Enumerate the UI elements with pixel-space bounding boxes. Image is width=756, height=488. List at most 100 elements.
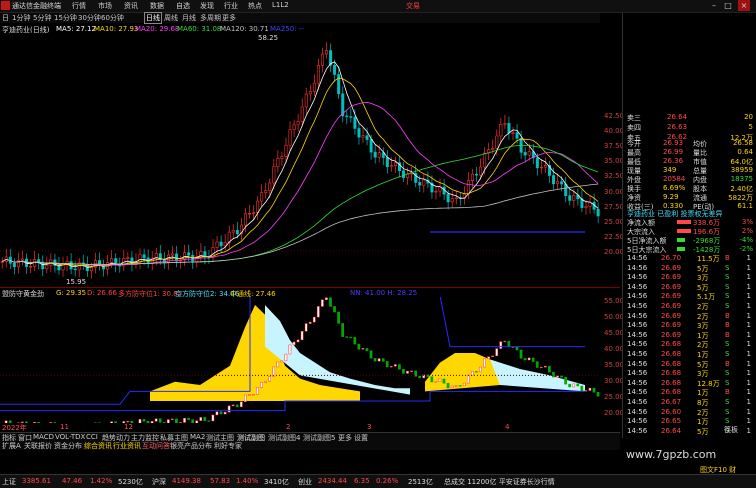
tick-time: 14:56	[627, 427, 647, 435]
ind-tab-cci[interactable]: CCI	[86, 433, 98, 441]
right-tab[interactable]: 筷板	[724, 425, 738, 435]
candle-body	[475, 174, 477, 175]
sub-candle	[581, 386, 583, 391]
flow-row: 大宗流入196.6万2%	[627, 227, 753, 236]
ind-tab-macd[interactable]: MACD	[33, 433, 54, 441]
sub-candle	[244, 395, 246, 402]
sub-candle	[431, 377, 433, 382]
info-tab-expert[interactable]: 利好专家	[214, 441, 242, 451]
sub-candle	[350, 337, 352, 338]
candle-body	[127, 258, 129, 259]
tick-side: S	[725, 292, 729, 300]
info-tab-ext-a[interactable]: 扩展A	[2, 441, 21, 451]
sub-legend-nn: NN: 41.00 H: 28.25	[350, 289, 417, 297]
candle-body	[1, 262, 3, 263]
idx-sh-label[interactable]: 上证	[2, 477, 16, 487]
tick-count: 1	[747, 427, 751, 435]
tick-time: 14:56	[627, 388, 647, 396]
info-tab-bar: 扩展A 关联报价 资金分布 综合资讯 行业资讯 互动问答 银亮产品分布 利好专家	[0, 441, 620, 450]
idx-hs-value: 4149.38	[172, 477, 201, 485]
close-icon[interactable]: ×	[738, 0, 750, 11]
info-tab-news[interactable]: 综合资讯	[84, 441, 112, 451]
sub-candle	[593, 388, 595, 392]
tick-volume: 2万	[697, 340, 708, 350]
period-tab-day[interactable]: 日	[2, 13, 9, 23]
tick-count: 1	[747, 302, 751, 310]
tick-row: 14:5626.6812.8万S1	[627, 379, 753, 388]
flow-bar	[677, 220, 691, 224]
sub-candle	[524, 358, 526, 360]
info-tab-related-quote[interactable]: 关联报价	[24, 441, 52, 451]
info-tab-fund-dist[interactable]: 资金分布	[54, 441, 82, 451]
candle-body	[90, 267, 92, 271]
period-tab-1min[interactable]: 1分钟	[12, 13, 30, 23]
candle-body	[455, 198, 457, 199]
idx-hs-label[interactable]: 沪深	[152, 477, 166, 487]
info-tab-qa[interactable]: 互动问答	[142, 441, 170, 451]
maximize-icon[interactable]: □	[722, 0, 734, 11]
info-tab-industry-news[interactable]: 行业资讯	[113, 441, 141, 451]
tick-side: S	[725, 398, 729, 406]
period-tab-60min[interactable]: 60分钟	[101, 13, 124, 23]
low-price-label: 15.95	[66, 278, 86, 286]
tick-volume: 5万	[697, 283, 708, 293]
minimize-icon[interactable]: –	[708, 0, 720, 11]
sub-candle	[277, 362, 279, 367]
period-tab-weekly[interactable]: 周线	[164, 13, 178, 23]
tick-count: 1	[747, 379, 751, 387]
stat-value: 9.29	[663, 193, 679, 201]
tick-count: 1	[747, 321, 751, 329]
period-tab-monthly[interactable]: 月线	[182, 13, 196, 23]
tick-volume: 11.5万	[697, 254, 720, 264]
period-tab-15min[interactable]: 15分钟	[54, 13, 77, 23]
menu-watchlist[interactable]: 自选	[176, 1, 190, 11]
candle-body	[236, 230, 238, 233]
ask-price: 26.63	[667, 123, 687, 131]
candle-body	[524, 152, 526, 155]
sub-candle	[394, 365, 396, 367]
candle-body	[46, 265, 48, 269]
tick-price: 26.64	[661, 427, 681, 435]
candle-body	[232, 230, 234, 232]
trade-link[interactable]: 交易	[406, 1, 420, 11]
x-label-12: 12	[124, 423, 133, 431]
idx-cy-label[interactable]: 创业	[298, 477, 312, 487]
menu-hq[interactable]: 行情	[72, 1, 86, 11]
status-bar: 上证 3385.61 47.46 1.42% 5230亿 沪深 4149.38 …	[0, 474, 756, 488]
ind-tab-ma2[interactable]: MA2	[190, 433, 205, 441]
sub-candle	[508, 341, 510, 347]
period-tab-30min[interactable]: 30分钟	[78, 13, 101, 23]
period-tab-multi[interactable]: 多周期	[200, 13, 221, 23]
app-title: 通达信金融终端	[12, 1, 61, 11]
sub-candle	[516, 347, 518, 350]
tick-price: 26.60	[661, 408, 681, 416]
menu-news[interactable]: 资讯	[124, 1, 138, 11]
stat-row: 今开26.93均价26.58	[627, 139, 753, 148]
menu-market[interactable]: 市场	[98, 1, 112, 11]
tick-price: 26.69	[661, 331, 681, 339]
tick-side: S	[725, 408, 729, 416]
sub-candle	[313, 317, 315, 322]
period-tab-5min[interactable]: 5分钟	[33, 13, 51, 23]
sub-candle	[419, 376, 421, 378]
kline-chart-area[interactable]: 亨迪药业(日线) MA5: 27.12 MA10: 27.93 MA20: 29…	[0, 23, 620, 423]
ma10-line	[2, 78, 598, 267]
stat-row: 换手6.69%股本2.40亿	[627, 184, 753, 193]
stat-value: 26.36	[663, 157, 683, 165]
menu-industry[interactable]: 行业	[224, 1, 238, 11]
tick-count: 1	[747, 312, 751, 320]
stat-value-2: 26.58	[733, 139, 753, 147]
candle-body	[74, 269, 76, 270]
info-tab-product[interactable]: 银亮产品分布	[170, 441, 212, 451]
ind-tab-vol[interactable]: VOL-TDX	[55, 433, 85, 441]
menu-data[interactable]: 数据	[150, 1, 164, 11]
stat-row: 净资9.29流通5822万	[627, 193, 753, 202]
menu-hot[interactable]: 热点	[248, 1, 262, 11]
menu-l1l2[interactable]: L1L2	[272, 1, 289, 9]
sub-candle	[540, 367, 542, 368]
menu-discover[interactable]: 发现	[200, 1, 214, 11]
sub-candle	[265, 381, 267, 382]
period-tab-more[interactable]: 更多	[222, 13, 236, 23]
candle-body	[585, 206, 587, 207]
candle-body	[13, 263, 15, 267]
